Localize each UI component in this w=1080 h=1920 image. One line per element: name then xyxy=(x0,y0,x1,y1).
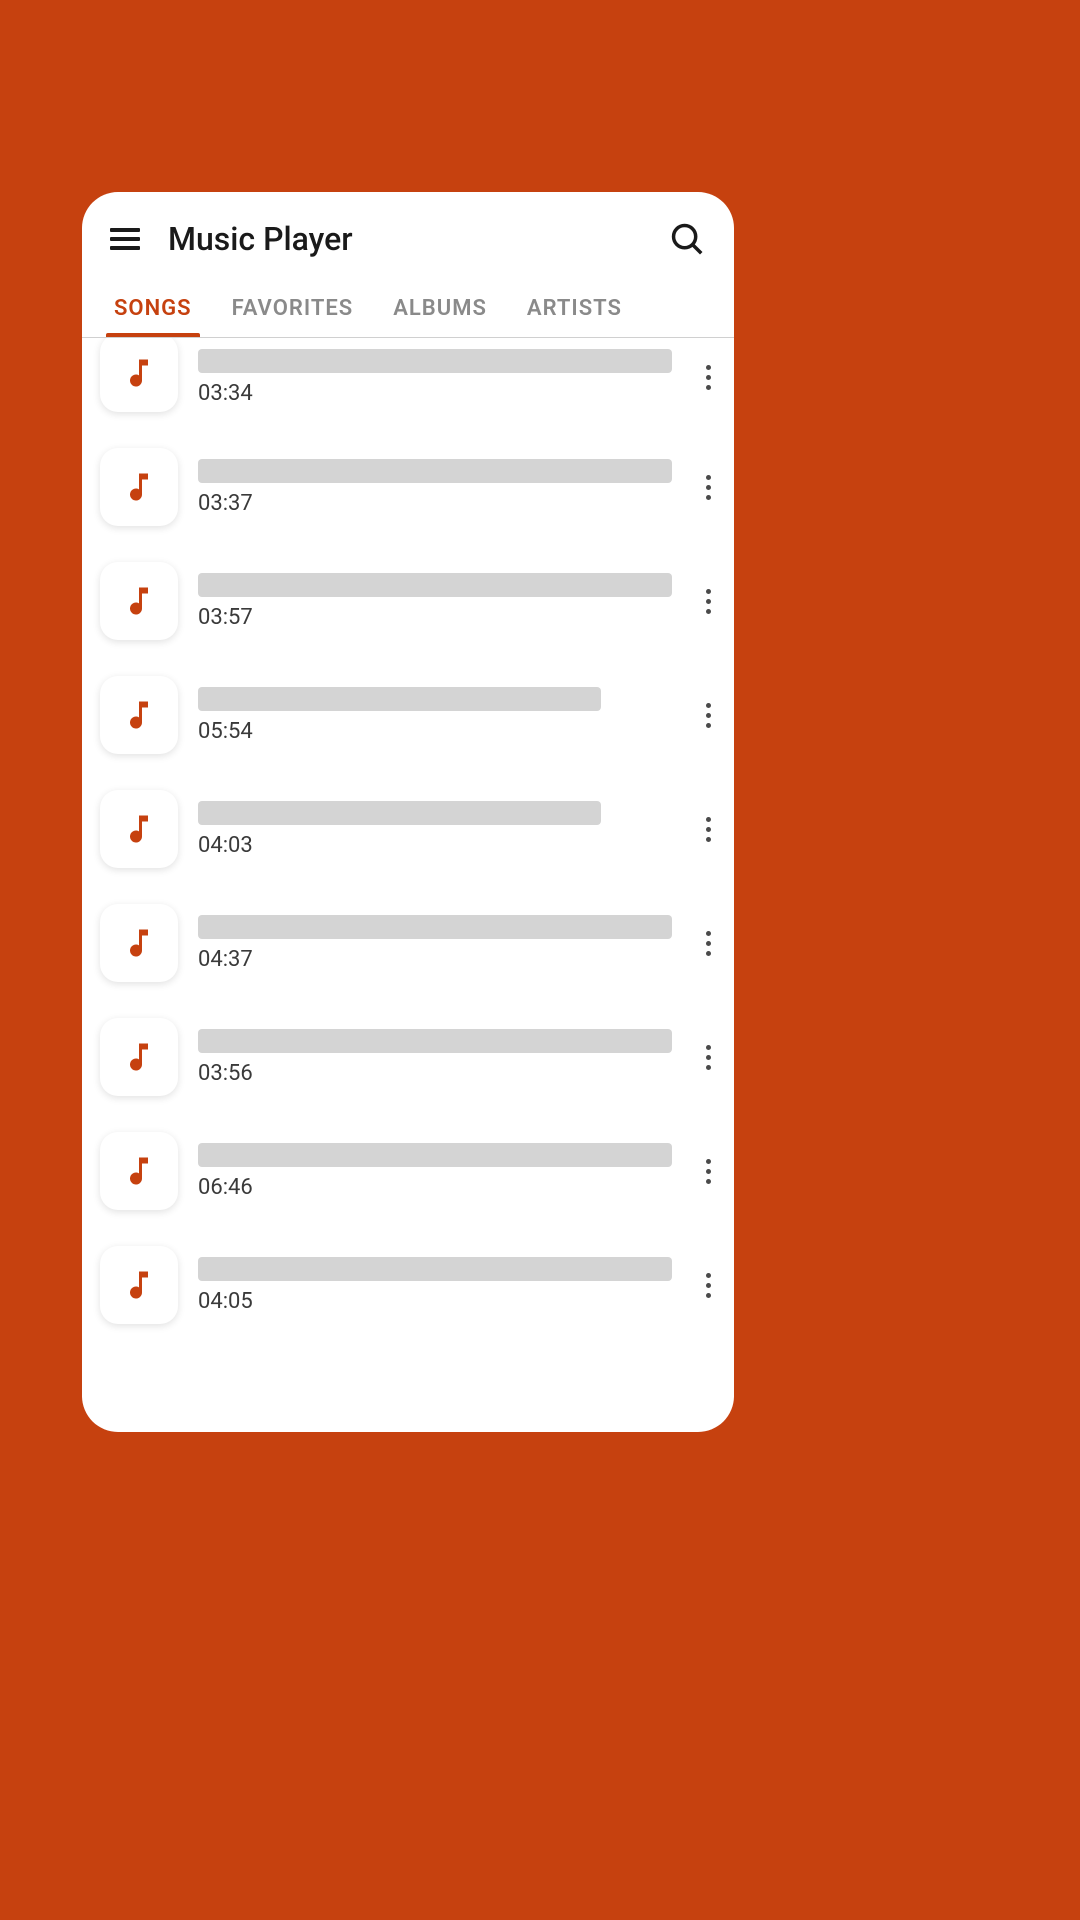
music-note-icon xyxy=(100,790,178,868)
app-title: Music Player xyxy=(168,220,640,258)
song-info: 03:56 xyxy=(198,1029,672,1086)
song-info: 04:37 xyxy=(198,915,672,972)
music-note-icon xyxy=(100,904,178,982)
more-vertical-icon[interactable] xyxy=(692,809,724,849)
menu-icon[interactable] xyxy=(110,224,140,254)
song-info: 03:57 xyxy=(198,573,672,630)
song-item[interactable]: 03:34 xyxy=(100,338,724,430)
music-note-icon xyxy=(100,1246,178,1324)
song-info: 06:46 xyxy=(198,1143,672,1200)
song-duration: 05:54 xyxy=(198,719,672,744)
song-duration: 04:37 xyxy=(198,947,672,972)
song-title-placeholder xyxy=(198,687,601,711)
song-title-placeholder xyxy=(198,1029,672,1053)
search-icon[interactable] xyxy=(668,220,706,258)
song-list[interactable]: 03:34 03:37 03:57 xyxy=(82,338,734,1432)
song-item[interactable]: 03:56 xyxy=(100,1000,724,1114)
song-duration: 06:46 xyxy=(198,1175,672,1200)
song-info: 05:54 xyxy=(198,687,672,744)
app-card: Music Player SONGS FAVORITES ALBUMS ARTI… xyxy=(82,192,734,1432)
more-vertical-icon[interactable] xyxy=(692,1265,724,1305)
song-duration: 03:37 xyxy=(198,491,672,516)
more-vertical-icon[interactable] xyxy=(692,357,724,397)
song-title-placeholder xyxy=(198,801,601,825)
tabs-bar: SONGS FAVORITES ALBUMS ARTISTS xyxy=(82,276,734,338)
more-vertical-icon[interactable] xyxy=(692,581,724,621)
more-vertical-icon[interactable] xyxy=(692,923,724,963)
song-title-placeholder xyxy=(198,573,672,597)
song-duration: 04:05 xyxy=(198,1289,672,1314)
music-note-icon xyxy=(100,562,178,640)
music-note-icon xyxy=(100,448,178,526)
song-title-placeholder xyxy=(198,915,672,939)
song-title-placeholder xyxy=(198,349,672,373)
music-note-icon xyxy=(100,676,178,754)
more-vertical-icon[interactable] xyxy=(692,1151,724,1191)
song-info: 04:03 xyxy=(198,801,672,858)
song-item[interactable]: 03:37 xyxy=(100,430,724,544)
song-duration: 03:34 xyxy=(198,381,672,406)
song-title-placeholder xyxy=(198,459,672,483)
song-item[interactable]: 03:57 xyxy=(100,544,724,658)
app-header: Music Player xyxy=(82,192,734,276)
song-duration: 03:56 xyxy=(198,1061,672,1086)
song-duration: 04:03 xyxy=(198,833,672,858)
music-note-icon xyxy=(100,1132,178,1210)
song-item[interactable]: 04:05 xyxy=(100,1228,724,1342)
song-item[interactable]: 04:03 xyxy=(100,772,724,886)
tab-albums[interactable]: ALBUMS xyxy=(373,276,507,337)
song-item[interactable]: 05:54 xyxy=(100,658,724,772)
tab-favorites[interactable]: FAVORITES xyxy=(212,276,374,337)
song-duration: 03:57 xyxy=(198,605,672,630)
more-vertical-icon[interactable] xyxy=(692,695,724,735)
more-vertical-icon[interactable] xyxy=(692,467,724,507)
music-note-icon xyxy=(100,1018,178,1096)
song-info: 03:37 xyxy=(198,459,672,516)
more-vertical-icon[interactable] xyxy=(692,1037,724,1077)
tab-artists[interactable]: ARTISTS xyxy=(507,276,642,337)
music-note-icon xyxy=(100,338,178,412)
song-title-placeholder xyxy=(198,1257,672,1281)
tab-songs[interactable]: SONGS xyxy=(94,276,212,337)
song-title-placeholder xyxy=(198,1143,672,1167)
song-item[interactable]: 04:37 xyxy=(100,886,724,1000)
song-item[interactable]: 06:46 xyxy=(100,1114,724,1228)
song-info: 04:05 xyxy=(198,1257,672,1314)
song-info: 03:34 xyxy=(198,349,672,406)
